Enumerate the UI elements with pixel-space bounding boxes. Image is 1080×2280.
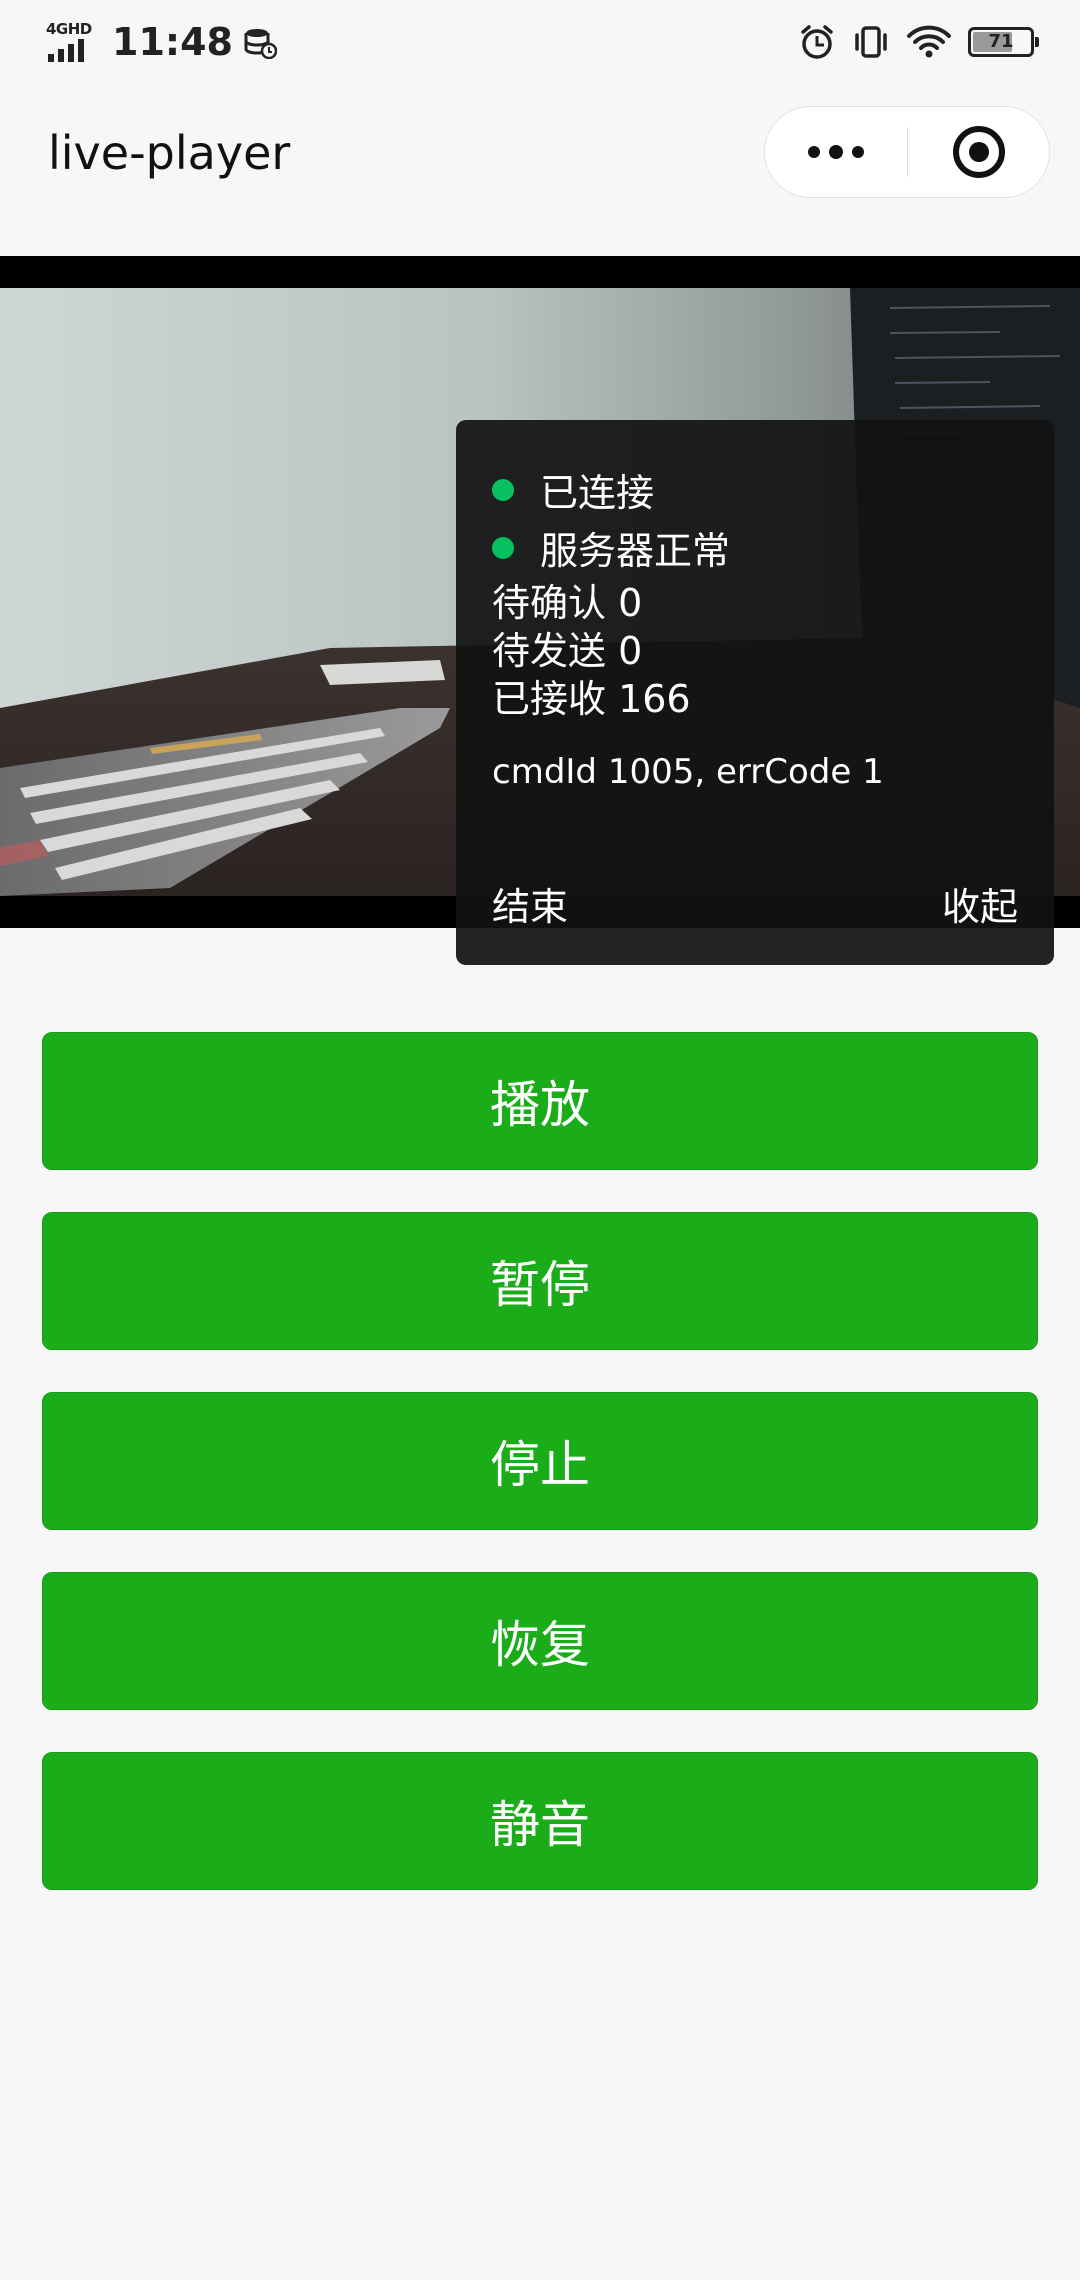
status-label: 已连接 xyxy=(540,471,655,515)
status-label: 服务器正常 xyxy=(540,529,731,573)
pending-send: 待发送 0 xyxy=(492,629,643,673)
cell-signal-icon: 4GHD xyxy=(46,20,98,64)
close-target-icon xyxy=(953,126,1005,178)
status-dot xyxy=(492,478,514,501)
capsule-menu xyxy=(764,106,1050,198)
collapse-button[interactable]: 收起 xyxy=(942,876,1018,931)
status-time: 11:48 xyxy=(112,20,233,64)
end-button[interactable]: 结束 xyxy=(492,876,568,931)
alarm-icon xyxy=(801,25,833,59)
mute-button[interactable]: 静音 xyxy=(42,1752,1038,1890)
battery-icon: 71 xyxy=(968,27,1039,57)
page-title: live-player xyxy=(48,126,291,180)
play-button[interactable]: 播放 xyxy=(42,1032,1038,1170)
cmd-status: cmdId 1005, errCode 1 xyxy=(492,752,884,792)
received-count: 已接收 166 xyxy=(492,677,691,721)
wifi-icon xyxy=(907,25,951,58)
status-server: 服务器正常 xyxy=(492,520,730,575)
status-bar: 4GHD 11:48 71 xyxy=(0,0,1080,84)
status-left: 4GHD 11:48 xyxy=(46,16,277,68)
navigation-bar: live-player xyxy=(0,84,1080,256)
pending-confirm: 待确认 0 xyxy=(492,581,643,625)
more-button[interactable] xyxy=(765,107,907,197)
status-dot xyxy=(492,536,514,559)
more-dots-icon xyxy=(808,145,864,159)
database-sync-icon xyxy=(244,29,277,59)
player-controls: 播放 暂停 停止 恢复 静音 xyxy=(42,1032,1038,1932)
status-connected: 已连接 xyxy=(492,462,654,517)
close-button[interactable] xyxy=(908,107,1050,197)
debug-panel: 已连接 服务器正常 待确认 0 待发送 0 已接收 166 cmdId 1005… xyxy=(456,420,1054,965)
vibrate-icon xyxy=(855,26,887,58)
pause-button[interactable]: 暂停 xyxy=(42,1212,1038,1350)
resume-button[interactable]: 恢复 xyxy=(42,1572,1038,1710)
network-type: 4GHD xyxy=(46,20,92,38)
status-right: 71 xyxy=(798,18,1039,66)
battery-percent: 71 xyxy=(988,31,1014,52)
stop-button[interactable]: 停止 xyxy=(42,1392,1038,1530)
